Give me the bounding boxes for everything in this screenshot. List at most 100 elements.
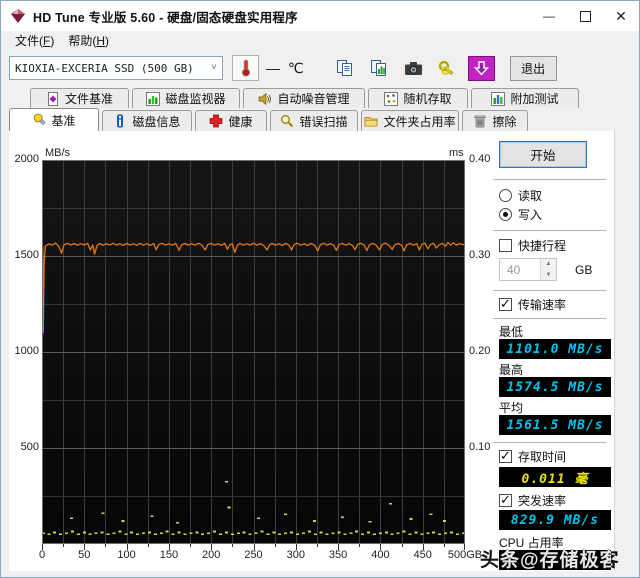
write-radio-label: 写入: [518, 206, 542, 223]
watermark: 头条@存储极客: [480, 545, 620, 572]
tab-disk-monitor[interactable]: 磁盘监视器: [132, 88, 240, 108]
max-label: 最高: [499, 361, 523, 378]
axis-tick-label: 500: [3, 441, 39, 453]
temperature-button[interactable]: [232, 55, 259, 81]
transfer-rate-label: 传输速率: [518, 296, 566, 313]
copy-image-icon: [370, 59, 388, 77]
access-time-display: 0.011 毫: [499, 467, 611, 487]
menu-file[interactable]: 文件(F): [8, 32, 61, 49]
access-time-label: 存取时间: [518, 448, 566, 465]
tab-disk-info[interactable]: 磁盘信息: [102, 110, 192, 131]
axis-tick-label: 100: [117, 549, 135, 561]
spinner-buttons: ▲ ▼: [540, 259, 556, 280]
shortstroke-unit-label: GB: [575, 263, 592, 277]
spin-down-icon[interactable]: ▼: [541, 270, 556, 281]
axis-tick-label: 400: [371, 549, 389, 561]
temperature-readout: — ℃: [266, 60, 306, 77]
minimize-button[interactable]: —: [531, 1, 567, 31]
tab-aam[interactable]: 自动噪音管理: [243, 88, 365, 108]
read-radio-row[interactable]: 读取: [499, 188, 542, 203]
screenshot-button[interactable]: [400, 56, 427, 81]
toolbar-icon-buttons: [332, 56, 495, 81]
max-value-display: 1574.5 MB/s: [499, 377, 611, 397]
axis-tick-label: 2000: [3, 153, 39, 165]
random-access-icon: [384, 92, 398, 106]
y-left-unit-label: MB/s: [45, 147, 70, 159]
tab-random-access[interactable]: 随机存取: [368, 88, 468, 108]
tab-file-benchmark[interactable]: 文件基准: [30, 88, 129, 108]
burst-rate-row[interactable]: 突发速率: [499, 493, 566, 508]
avg-label: 平均: [499, 399, 523, 416]
drive-select-value: KIOXIA-EXCERIA SSD (500 GB): [15, 62, 194, 75]
copy-text-button[interactable]: [332, 56, 359, 81]
axis-tick-label: 200: [202, 549, 220, 561]
thermometer-icon: [240, 59, 252, 77]
axis-tick-label: 350: [329, 549, 347, 561]
extra-tests-icon: [491, 92, 505, 106]
menu-bar: 文件(F) 帮助(H): [1, 31, 639, 49]
transfer-rate-checkbox[interactable]: [499, 298, 512, 311]
options-keys-icon: [438, 60, 456, 77]
shortstroke-size-value: 40: [500, 259, 540, 280]
write-radio-row[interactable]: 写入: [499, 207, 542, 222]
separator: [493, 442, 606, 444]
benchmark-chart: [42, 160, 465, 553]
axis-tick-label: 0.10: [469, 441, 490, 453]
disk-info-icon: [113, 114, 127, 128]
start-button[interactable]: 开始: [499, 141, 587, 168]
burst-rate-label: 突发速率: [518, 492, 566, 509]
copy-text-icon: [336, 59, 354, 77]
spin-up-icon[interactable]: ▲: [541, 259, 556, 270]
close-button[interactable]: ✕: [603, 1, 639, 31]
axis-tick-label: 0.20: [469, 345, 490, 357]
tab-benchmark[interactable]: 基准: [9, 108, 99, 131]
tab-row-front: 基准 磁盘信息 健康 错误扫描 文件夹占用率 擦除: [1, 108, 639, 131]
drive-select-combobox[interactable]: KIOXIA-EXCERIA SSD (500 GB) ˅: [9, 56, 223, 80]
screenshot-camera-icon: [404, 61, 423, 76]
axis-tick-label: 450: [414, 549, 432, 561]
options-button[interactable]: [434, 56, 461, 81]
menu-help[interactable]: 帮助(H): [61, 32, 116, 49]
read-radio-label: 读取: [518, 187, 542, 204]
chevron-down-icon: ˅: [211, 62, 217, 74]
min-label: 最低: [499, 323, 523, 340]
exit-button[interactable]: 退出: [510, 56, 557, 81]
disk-monitor-icon: [146, 92, 160, 106]
tab-folder-usage[interactable]: 文件夹占用率: [361, 110, 459, 131]
access-time-checkbox[interactable]: [499, 450, 512, 463]
tab-extra-tests[interactable]: 附加测试: [471, 88, 579, 108]
y-right-unit-label: ms: [449, 147, 464, 159]
access-time-row[interactable]: 存取时间: [499, 449, 566, 464]
axis-tick-label: 150: [160, 549, 178, 561]
shortstroke-row[interactable]: 快捷行程: [499, 238, 566, 253]
shortstroke-size-spinner[interactable]: 40 ▲ ▼: [499, 258, 557, 281]
write-radio[interactable]: [499, 208, 512, 221]
tab-error-scan[interactable]: 错误扫描: [270, 110, 358, 131]
window-controls: — ✕: [531, 1, 639, 31]
benchmark-bulb-icon: [32, 113, 46, 127]
toolbar: KIOXIA-EXCERIA SSD (500 GB) ˅ — ℃: [1, 49, 639, 87]
app-logo-diamond-icon: [10, 8, 26, 24]
copy-image-button[interactable]: [366, 56, 393, 81]
tab-row-back: 文件基准 磁盘监视器 自动噪音管理 随机存取 附加测试: [1, 87, 639, 108]
title-bar: HD Tune 专业版 5.60 - 硬盘/固态硬盘实用程序 — ✕: [1, 1, 639, 31]
axis-tick-label: 0.40: [469, 153, 490, 165]
separator: [493, 179, 606, 181]
axis-tick-label: 0.30: [469, 249, 490, 261]
burst-rate-display: 829.9 MB/s: [499, 510, 611, 530]
tab-erase[interactable]: 擦除: [462, 110, 528, 131]
read-radio[interactable]: [499, 189, 512, 202]
window-title: HD Tune 专业版 5.60 - 硬盘/固态硬盘实用程序: [33, 7, 298, 26]
save-screenshot-button[interactable]: [468, 56, 495, 81]
error-scan-icon: [280, 114, 294, 128]
axis-tick-label: 1000: [3, 345, 39, 357]
transfer-rate-row[interactable]: 传输速率: [499, 297, 566, 312]
maximize-button[interactable]: [567, 1, 603, 31]
shortstroke-checkbox[interactable]: [499, 239, 512, 252]
burst-rate-checkbox[interactable]: [499, 494, 512, 507]
axis-tick-label: 500GB: [448, 549, 482, 561]
axis-tick-label: 0: [39, 549, 45, 561]
folder-usage-icon: [364, 114, 378, 128]
tab-health[interactable]: 健康: [195, 110, 267, 131]
aam-speaker-icon: [258, 92, 272, 106]
